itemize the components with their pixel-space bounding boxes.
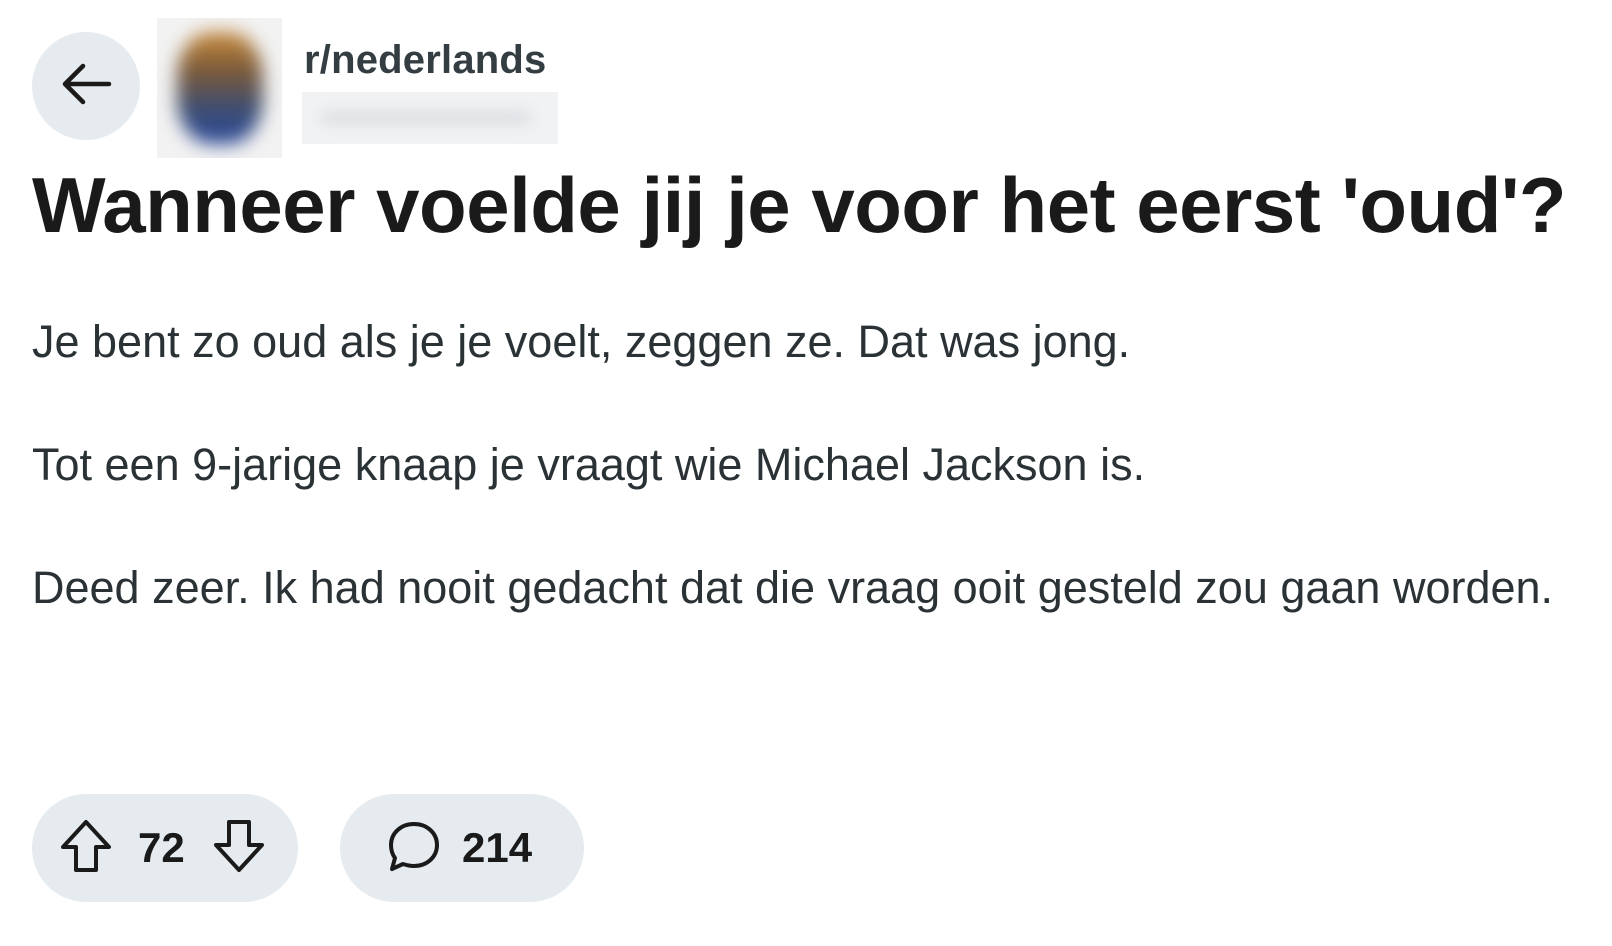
- post-paragraph: Tot een 9-jarige knaap je vraagt wie Mic…: [32, 439, 1146, 490]
- post-page: r/nederlands Wanneer voelde jij je voor …: [0, 0, 1612, 946]
- post-title: Wanneer voelde jij je voor het eerst 'ou…: [32, 161, 1567, 249]
- comment-bubble-icon: [386, 818, 442, 879]
- comments-button[interactable]: 214: [340, 794, 584, 902]
- arrow-down-icon: [213, 819, 265, 878]
- arrow-left-icon: [59, 62, 113, 111]
- subreddit-name[interactable]: r/nederlands: [304, 38, 546, 83]
- upvote-button[interactable]: [58, 819, 114, 878]
- comment-count: 214: [462, 824, 533, 871]
- vote-count: 72: [138, 824, 185, 871]
- post-paragraph: Deed zeer. Ik had nooit gedacht dat die …: [32, 562, 1554, 613]
- post-paragraph: Je bent zo oud als je je voelt, zeggen z…: [32, 316, 1131, 367]
- back-button[interactable]: [32, 32, 140, 140]
- subreddit-avatar[interactable]: [157, 18, 282, 158]
- post-body: Je bent zo oud als je je voelt, zeggen z…: [32, 308, 1572, 677]
- author-username-redacted[interactable]: [302, 92, 558, 144]
- downvote-button[interactable]: [211, 819, 267, 878]
- vote-bar: 72: [32, 794, 298, 902]
- arrow-up-icon: [60, 819, 112, 878]
